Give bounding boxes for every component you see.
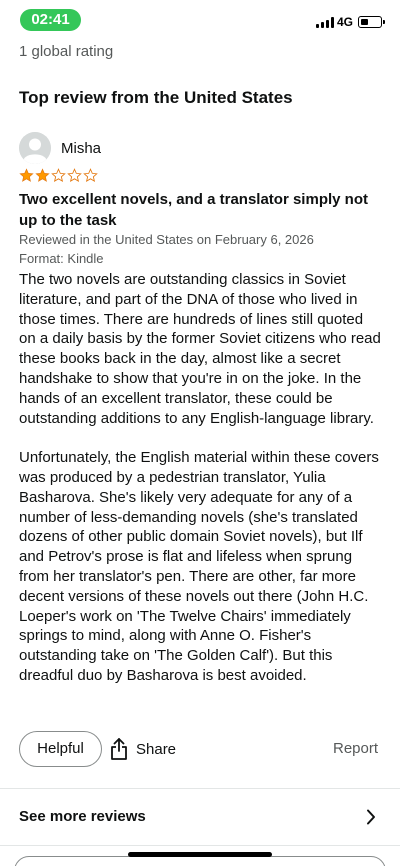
bottom-button-partial[interactable] (14, 856, 386, 866)
cellular-signal-icon (316, 17, 334, 28)
review-paragraph: The two novels are outstanding classics … (19, 271, 381, 427)
global-rating-count: 1 global rating (19, 43, 114, 60)
chevron-right-icon (367, 809, 375, 825)
reviewer-profile[interactable]: Misha (19, 132, 101, 164)
home-indicator (128, 852, 272, 857)
review-date: Reviewed in the United States on Februar… (19, 232, 314, 247)
status-bar: 02:41 4G (0, 0, 400, 40)
battery-icon (358, 16, 385, 28)
review-title[interactable]: Two excellent novels, and a translator s… (19, 189, 384, 231)
star-rating (19, 168, 98, 183)
report-link[interactable]: Report (333, 740, 378, 757)
divider (0, 845, 400, 846)
see-more-reviews-label: See more reviews (19, 808, 146, 825)
share-label: Share (136, 740, 177, 758)
section-title: Top review from the United States (19, 88, 293, 107)
star-icon-empty (51, 168, 66, 183)
review-body: The two novels are outstanding classics … (19, 270, 381, 706)
share-icon (111, 738, 127, 760)
star-icon-empty (67, 168, 82, 183)
star-icon-empty (83, 168, 98, 183)
helpful-button[interactable]: Helpful (19, 731, 102, 767)
star-icon-filled (35, 168, 50, 182)
status-time: 02:41 (20, 9, 81, 31)
share-button[interactable]: Share (110, 738, 176, 760)
review-paragraph: Unfortunately, the English material with… (19, 449, 379, 684)
see-more-reviews-row[interactable]: See more reviews (0, 789, 400, 844)
user-avatar-icon (19, 132, 51, 164)
star-icon-filled (19, 168, 34, 182)
review-format: Format: Kindle (19, 251, 104, 266)
network-type: 4G (337, 15, 354, 29)
reviewer-name: Misha (61, 139, 102, 157)
